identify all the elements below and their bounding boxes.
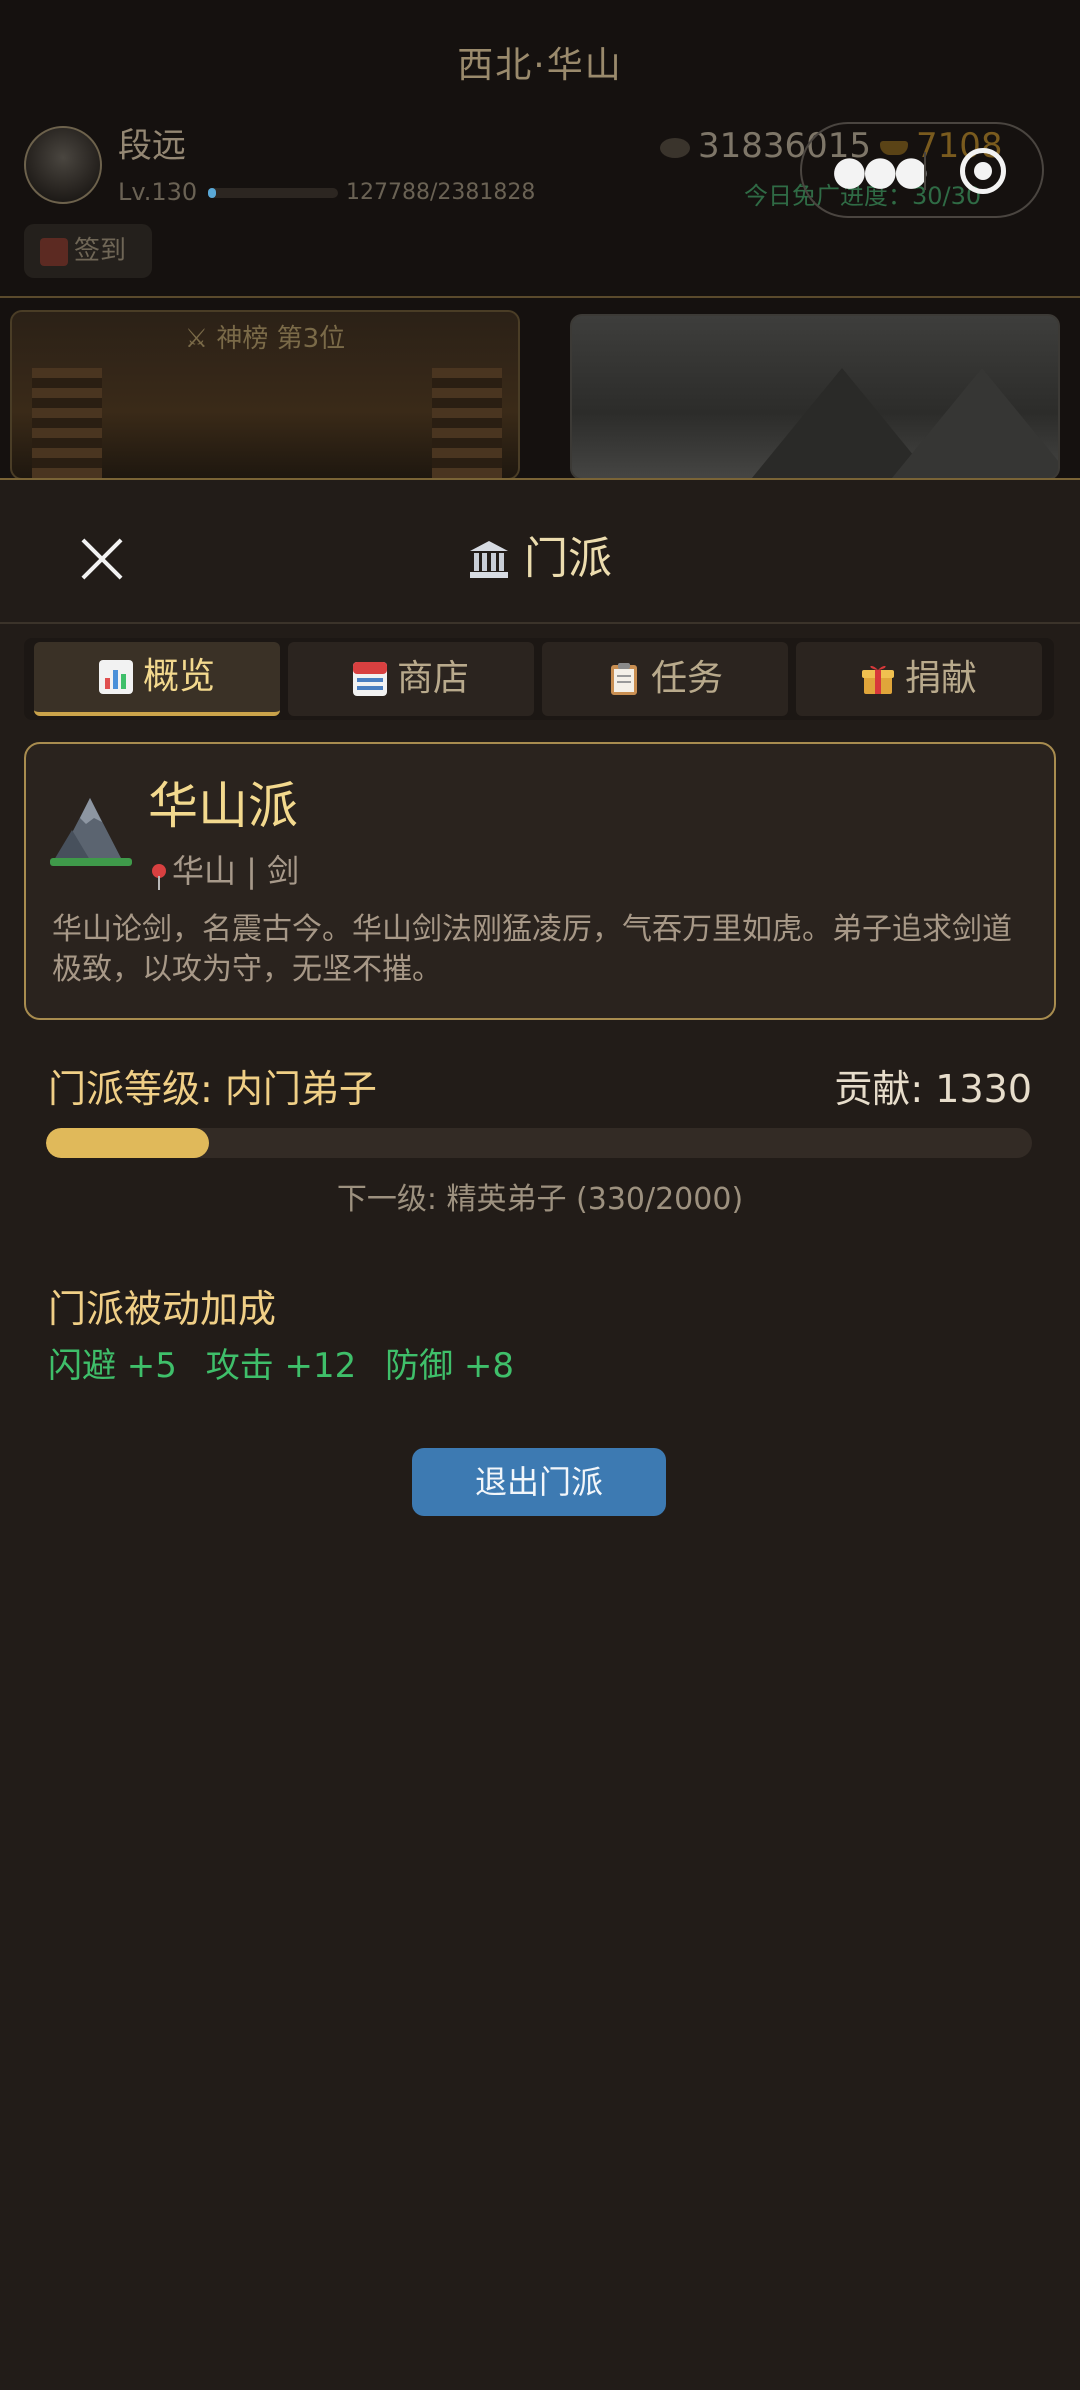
region-title: 西北·华山 xyxy=(457,45,623,86)
bonus-item-dodge: 闪避 +5 xyxy=(48,1346,177,1386)
tab-label: 概览 xyxy=(142,656,215,697)
mountain-icon xyxy=(50,794,132,868)
rank-card[interactable]: ⚔ 神榜 第3位 xyxy=(10,310,520,480)
panel-title-text: 门派 xyxy=(524,533,612,584)
bonus-title: 门派被动加成 xyxy=(48,1287,277,1331)
more-icon[interactable]: ●●● xyxy=(832,151,929,191)
sect-name: 华山派 xyxy=(148,777,298,835)
bonus-item-defense: 防御 +8 xyxy=(385,1346,515,1386)
sect-location-text: 华山 | 剑 xyxy=(172,852,300,890)
xp-value: 127788/2381828 xyxy=(346,180,536,205)
tab-donate[interactable]: 捐献 xyxy=(796,642,1042,716)
sect-description: 华山论剑，名震古今。华山剑法刚猛凌厉，气吞万里如虎。弟子追求剑道极致，以攻为守，… xyxy=(52,912,1012,987)
bank-icon xyxy=(468,539,510,579)
rank-progress-fill xyxy=(46,1128,209,1158)
shelf-decor xyxy=(432,368,502,478)
xp-bar xyxy=(208,188,338,198)
contribution-value: 贡献: 1330 xyxy=(834,1067,1032,1111)
mountain-decor xyxy=(892,368,1058,478)
location-pin-icon xyxy=(152,864,166,890)
clipboard-icon xyxy=(607,648,641,695)
sect-panel: 门派 概览 商店 任务 捐献 华山派 华山 | 剑 华山论剑，名震古今。华山剑法… xyxy=(0,478,1080,2390)
bonus-item-attack: 攻击 +12 xyxy=(205,1346,357,1386)
next-level-text: 下一级: 精英弟子 (330/2000) xyxy=(336,1182,744,1217)
landscape-card[interactable] xyxy=(570,314,1060,480)
coin-icon xyxy=(660,137,690,158)
player-name: 段远 xyxy=(118,126,186,166)
tab-shop[interactable]: 商店 xyxy=(288,642,534,716)
tab-overview[interactable]: 概览 xyxy=(34,642,280,716)
tab-label: 捐献 xyxy=(904,658,977,699)
tab-label: 任务 xyxy=(650,658,723,699)
miniprogram-capsule: ●●● xyxy=(800,122,1044,218)
sect-card: 华山派 华山 | 剑 华山论剑，名震古今。华山剑法刚猛凌厉，气吞万里如虎。弟子追… xyxy=(24,742,1056,1020)
signin-label: 签到 xyxy=(74,236,127,266)
avatar[interactable] xyxy=(24,126,102,204)
close-miniprogram-icon[interactable] xyxy=(960,148,1006,194)
panel-header: 门派 xyxy=(0,480,1080,624)
background-screen: 西北·华山 段远 Lv.130 127788/2381828 31836015 … xyxy=(0,0,1080,480)
sect-rank-label: 门派等级: 内门弟子 xyxy=(48,1067,377,1111)
tab-bar: 概览 商店 任务 捐献 xyxy=(24,638,1054,720)
signin-button[interactable]: 签到 xyxy=(24,224,152,278)
chart-icon xyxy=(98,648,133,694)
calendar-icon xyxy=(40,237,68,266)
sect-location: 华山 | 剑 xyxy=(152,846,299,892)
tab-label: 商店 xyxy=(396,658,469,699)
gift-icon xyxy=(861,648,895,694)
panel-title: 门派 xyxy=(0,522,1080,586)
bonus-list: 闪避 +5 攻击 +12 防御 +8 xyxy=(48,1338,532,1387)
divider xyxy=(0,296,1080,298)
rank-label: ⚔ 神榜 第3位 xyxy=(184,324,346,354)
shelf-decor xyxy=(32,368,102,478)
quit-sect-button[interactable]: 退出门派 xyxy=(412,1448,666,1516)
player-level: Lv.130 xyxy=(118,178,198,206)
capsule-divider xyxy=(924,152,926,190)
rank-progress-bar xyxy=(46,1128,1032,1158)
calendar-icon xyxy=(352,648,387,696)
tab-tasks[interactable]: 任务 xyxy=(542,642,788,716)
